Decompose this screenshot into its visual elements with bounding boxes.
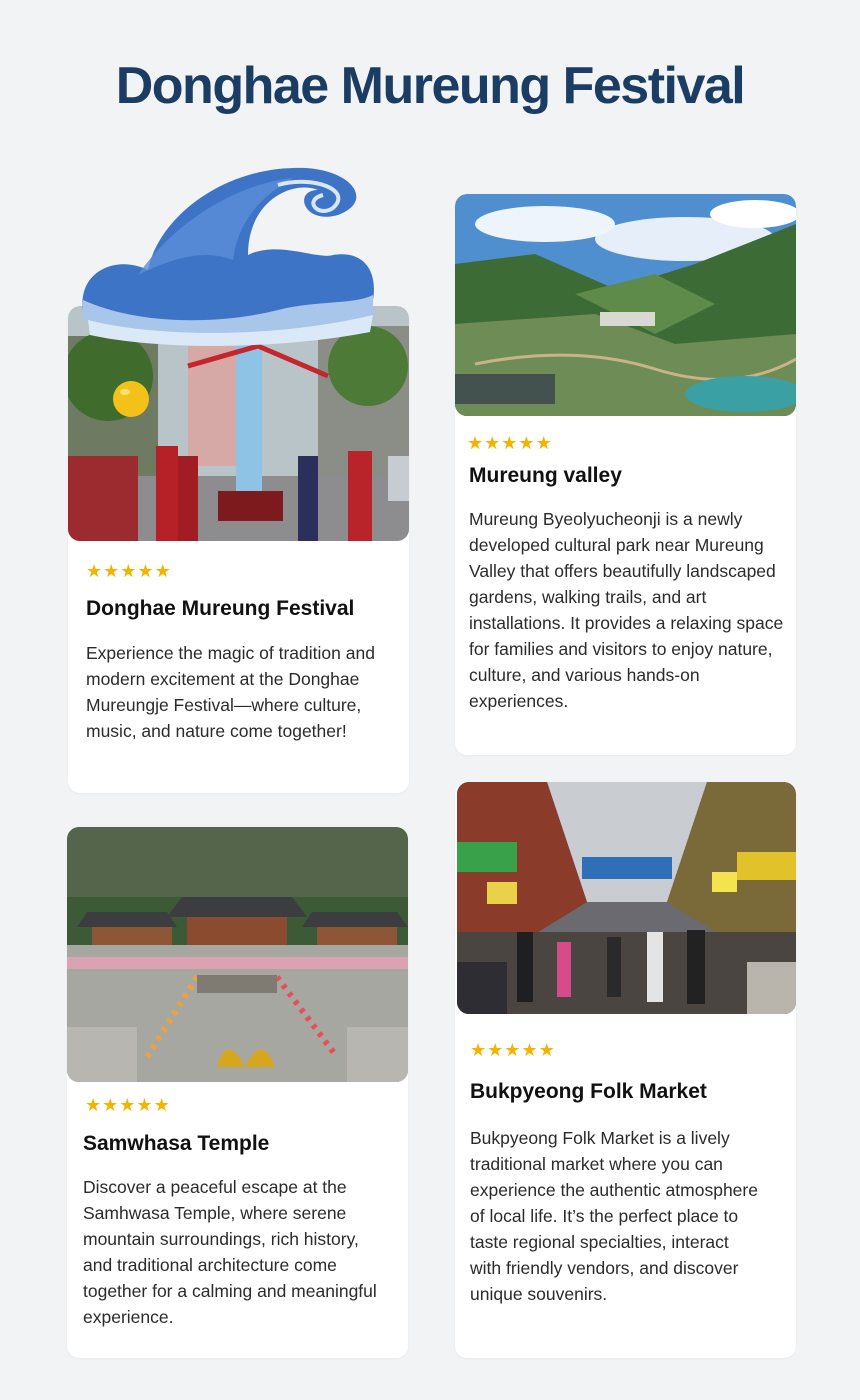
star-icon: ★ (518, 433, 535, 454)
card-description: Mureung Byeolyucheonji is a newly develo… (469, 509, 784, 711)
star-icon: ★ (521, 1040, 538, 1061)
page-title: Donghae Mureung Festival (115, 57, 746, 115)
card-description: Discover a peaceful escape at the Samhwa… (83, 1177, 377, 1327)
card-title: Bukpyeong Folk Market (470, 1080, 707, 1103)
star-icon: ★ (103, 561, 120, 582)
card-samwhasa-temple[interactable]: ★ ★ ★ ★ ★ Samwhasa Temple Discover a peacefu… (67, 827, 408, 1358)
card-mureung-valley[interactable]: ★ ★ ★ ★ ★ Mureung valley Mureung Byeolyucheo… (455, 194, 796, 755)
rating-stars: ★ ★ ★ ★ ★ (467, 435, 552, 453)
card-description: Bukpyeong Folk Market is a lively tradit… (470, 1128, 758, 1304)
star-icon: ★ (102, 1095, 119, 1116)
star-icon: ★ (86, 561, 103, 582)
star-icon: ★ (136, 1095, 153, 1116)
rating-stars: ★ ★ ★ ★ ★ (86, 563, 171, 581)
star-icon: ★ (85, 1095, 102, 1116)
card-title: Donghae Mureung Festival (86, 597, 355, 620)
star-icon: ★ (119, 1095, 136, 1116)
ball-icon (112, 380, 150, 418)
star-icon: ★ (120, 561, 137, 582)
star-icon: ★ (538, 1040, 555, 1061)
star-icon: ★ (484, 433, 501, 454)
card-title: Mureung valley (469, 464, 622, 487)
star-icon: ★ (467, 433, 484, 454)
star-icon: ★ (154, 561, 171, 582)
card-bukpyeong-market[interactable]: ★ ★ ★ ★ ★ Bukpyeong Folk Market Bukpyeong Fo… (455, 782, 796, 1358)
rating-stars: ★ ★ ★ ★ ★ (470, 1042, 555, 1060)
card-title: Samwhasa Temple (83, 1132, 270, 1155)
star-icon: ★ (470, 1040, 487, 1061)
card-description: Experience the magic of tradition and mo… (86, 643, 375, 741)
star-icon: ★ (535, 433, 552, 454)
star-icon: ★ (504, 1040, 521, 1061)
market-photo (457, 782, 796, 1014)
star-icon: ★ (137, 561, 154, 582)
valley-photo (455, 194, 796, 416)
star-icon: ★ (501, 433, 518, 454)
temple-photo (67, 827, 408, 1082)
star-icon: ★ (153, 1095, 170, 1116)
festival-photo (68, 306, 409, 541)
star-icon: ★ (487, 1040, 504, 1061)
rating-stars: ★ ★ ★ ★ ★ (85, 1097, 170, 1115)
